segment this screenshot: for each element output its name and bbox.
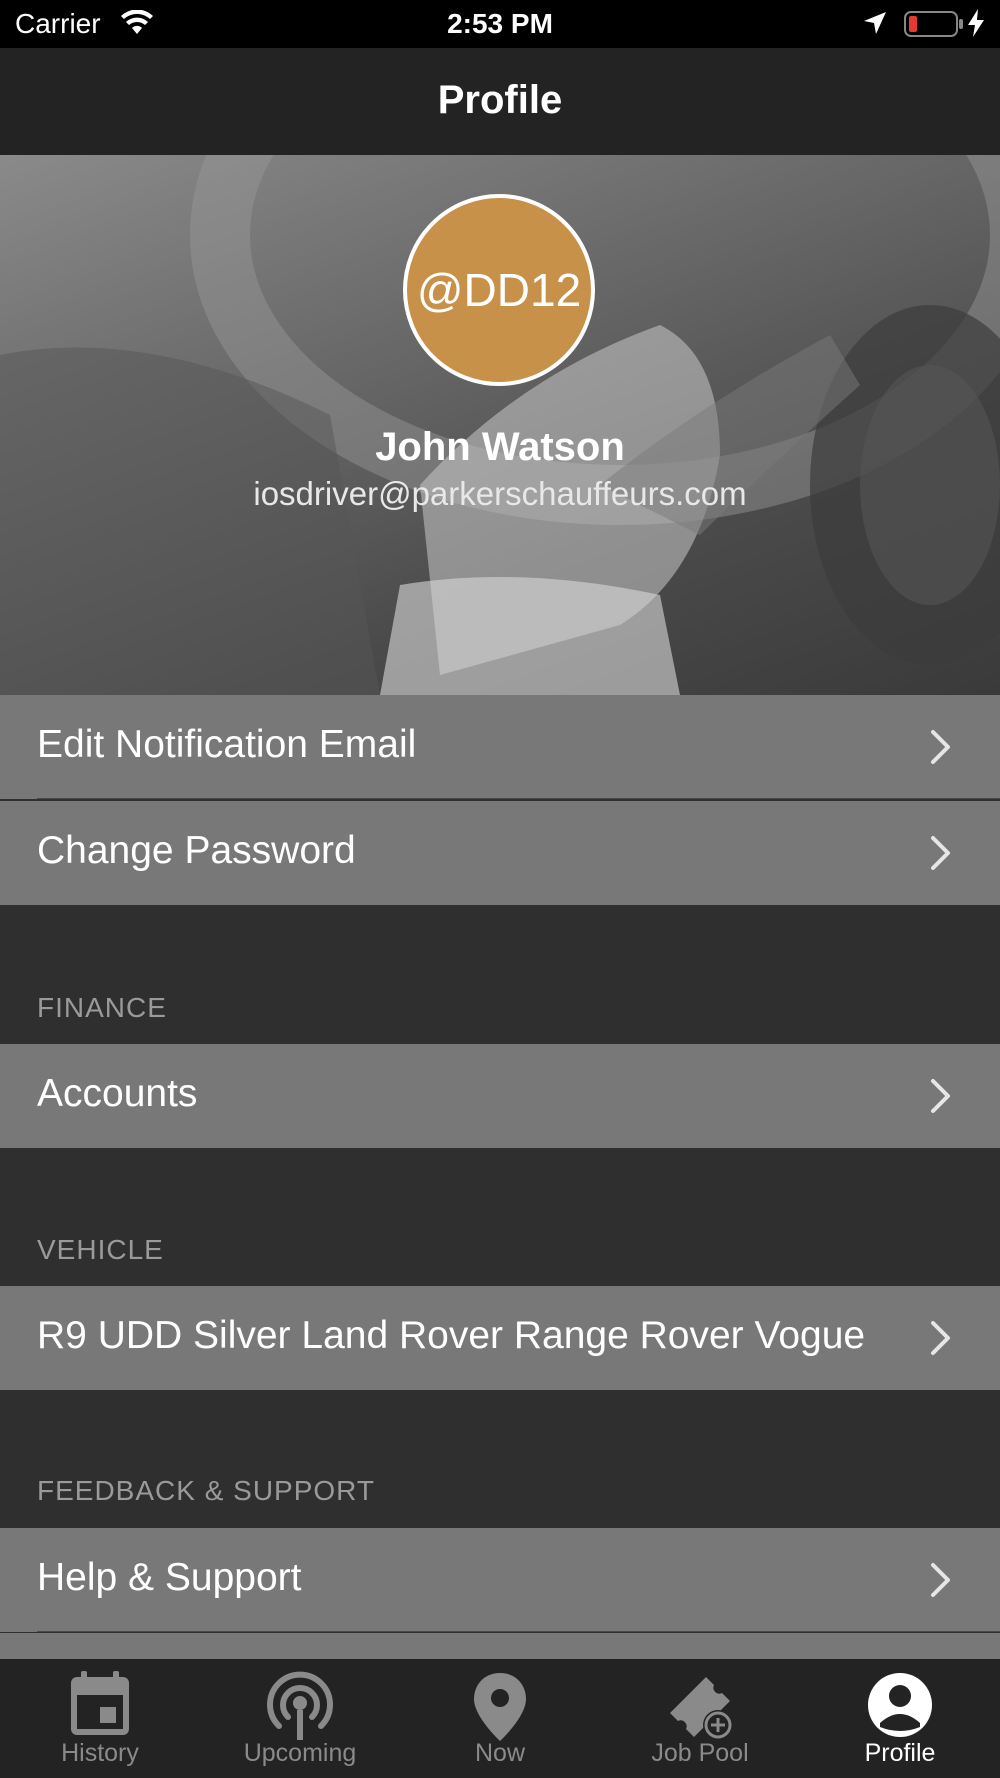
tab-profile[interactable]: Profile: [800, 1659, 1000, 1778]
chevron-right-icon: [928, 729, 954, 770]
status-time: 2:53 PM: [447, 8, 553, 39]
tab-upcoming[interactable]: Upcoming: [200, 1659, 400, 1778]
profile-email: iosdriver@parkerschauffeurs.com: [253, 475, 747, 512]
vehicle-section-header: VEHICLE: [37, 1234, 164, 1265]
chevron-right-icon: [928, 1320, 954, 1361]
row-divider: [37, 1631, 1000, 1632]
chevron-right-icon: [928, 1562, 954, 1603]
status-bar: Carrier 2:53 PM: [0, 0, 1000, 48]
row-divider: [37, 798, 1000, 799]
tab-job-pool[interactable]: Job Pool: [600, 1659, 800, 1778]
row-label: Change Password: [37, 829, 356, 872]
finance-section-header: FINANCE: [37, 992, 167, 1023]
tab-label: Profile: [864, 1739, 936, 1767]
profile-header-banner: @DD12 John Watson iosdriver@parkerschauf…: [0, 155, 1000, 695]
profile-name: John Watson: [375, 425, 625, 469]
help-support-row[interactable]: Help & Support: [0, 1528, 1000, 1632]
tab-label: Job Pool: [651, 1739, 749, 1767]
row-label: Edit Notification Email: [37, 723, 417, 766]
row-label: Accounts: [37, 1072, 198, 1115]
tab-label: Upcoming: [243, 1739, 357, 1767]
chevron-right-icon: [928, 1078, 954, 1119]
location-arrow-icon: [862, 10, 888, 43]
tab-label: History: [61, 1739, 139, 1767]
profile-screen: Carrier 2:53 PM Profile @DD12 John Watso…: [0, 0, 1000, 1778]
accounts-row[interactable]: Accounts: [0, 1044, 1000, 1148]
vehicle-row[interactable]: R9 UDD Silver Land Rover Range Rover Vog…: [0, 1286, 1000, 1390]
row-label: Help & Support: [37, 1556, 302, 1599]
navigation-bar: Profile: [0, 48, 1000, 155]
charging-bolt-icon: [966, 8, 986, 45]
partial-row: [0, 1633, 1000, 1659]
row-label: R9 UDD Silver Land Rover Range Rover Vog…: [37, 1314, 866, 1357]
ticket-add-icon: [670, 1677, 733, 1740]
calendar-icon: [71, 1671, 129, 1735]
tab-now[interactable]: Now: [400, 1659, 600, 1778]
account-circle-icon: [868, 1673, 932, 1737]
change-password-row[interactable]: Change Password: [0, 801, 1000, 905]
battery-icon: [904, 10, 964, 45]
chevron-right-icon: [928, 835, 954, 876]
avatar: @DD12: [403, 194, 595, 386]
support-section-header: FEEDBACK & SUPPORT: [37, 1475, 376, 1506]
tab-history[interactable]: History: [0, 1659, 200, 1778]
broadcast-icon: [267, 1671, 333, 1740]
map-pin-icon: [474, 1673, 526, 1741]
tab-label: Now: [474, 1739, 525, 1767]
page-title: Profile: [437, 78, 563, 122]
tab-bar: History Upcoming Now Job Pool Profile: [0, 1659, 1000, 1778]
edit-notification-email-row[interactable]: Edit Notification Email: [0, 695, 1000, 799]
